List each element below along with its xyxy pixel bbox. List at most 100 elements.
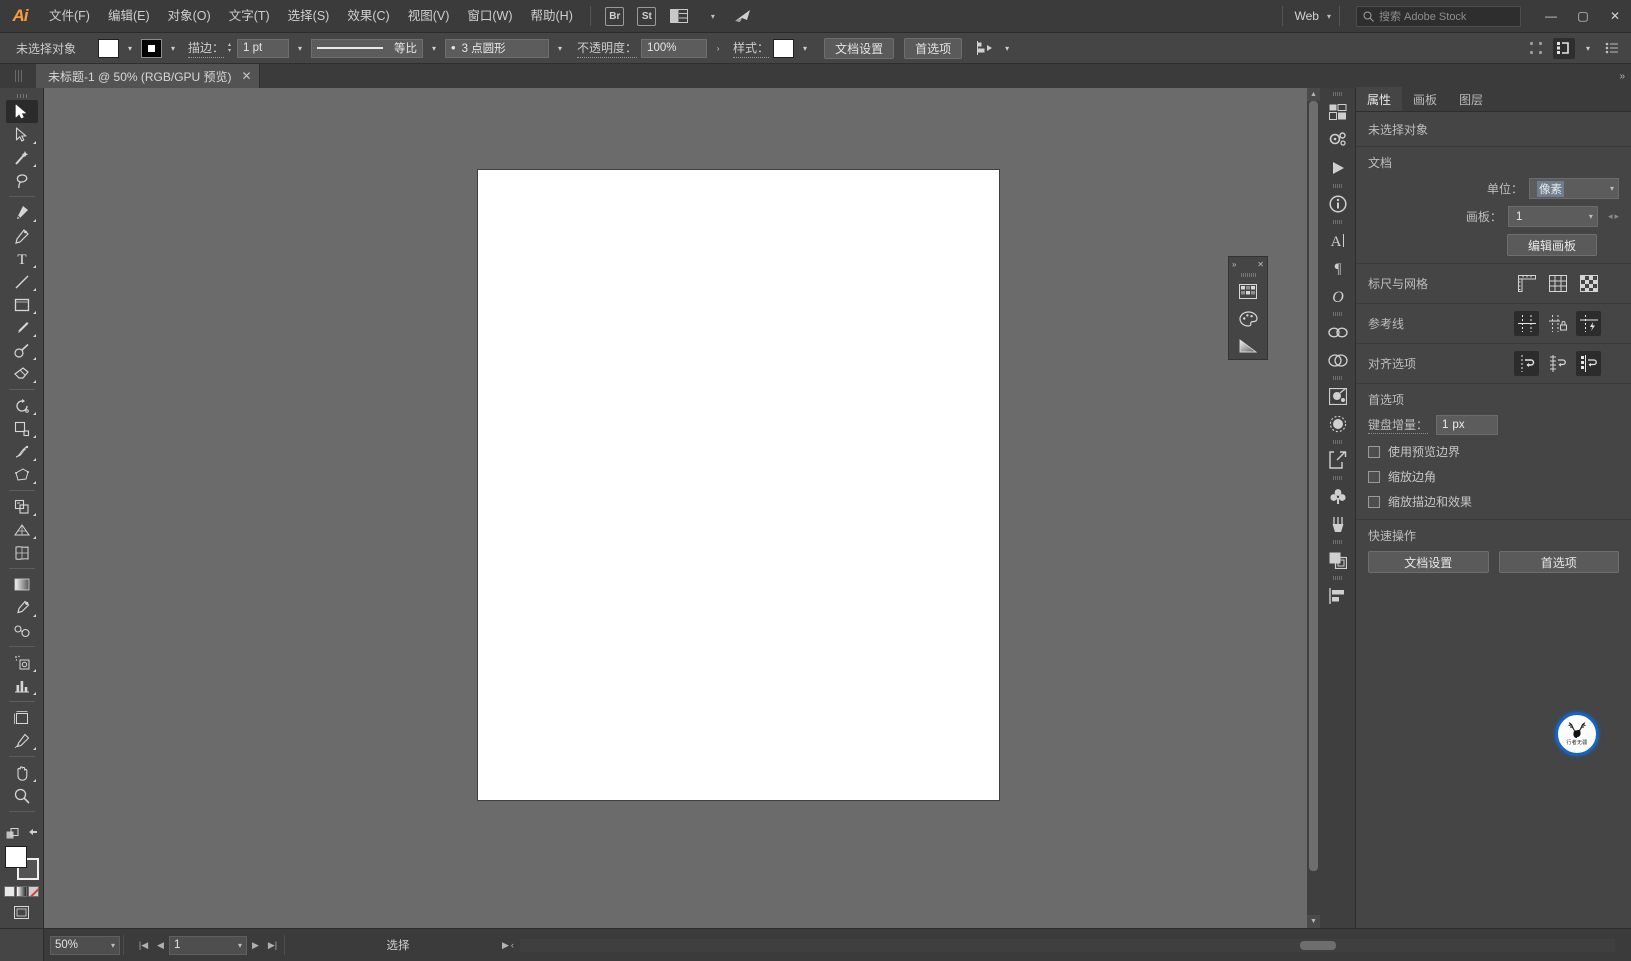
stroke-chevron-down-icon[interactable]: ▾ <box>166 39 180 58</box>
status-text-arrows[interactable]: ▶ ‹ <box>502 940 514 951</box>
stock-search-input[interactable]: 搜索 Adobe Stock <box>1356 6 1521 27</box>
artboard-number-chevron-down-icon[interactable]: ▾ <box>238 941 242 950</box>
artboard-stepper[interactable]: ◂▸ <box>1608 211 1619 222</box>
scale-strokes-effects-checkbox[interactable]: 缩放描边和效果 <box>1368 493 1619 510</box>
color-palette-icon[interactable] <box>1229 305 1267 332</box>
quick-preferences-button[interactable]: 首选项 <box>1499 551 1620 573</box>
menu-file[interactable]: 文件(F) <box>40 0 99 33</box>
free-transform-tool[interactable] <box>6 463 38 486</box>
snap-to-point-icon[interactable] <box>1514 351 1539 376</box>
column-graph-tool[interactable] <box>6 674 38 697</box>
symbols-rail-icon[interactable] <box>1323 482 1353 510</box>
opacity-chevron-down-icon[interactable]: › <box>711 39 725 58</box>
stock-icon[interactable]: St <box>635 6 659 26</box>
use-preview-bounds-checkbox[interactable]: 使用预览边界 <box>1368 443 1619 460</box>
fill-chevron-down-icon[interactable]: ▾ <box>123 39 137 58</box>
align-rail-icon[interactable] <box>1323 582 1353 610</box>
layers-rail-icon[interactable] <box>1323 546 1353 574</box>
use-preview-bounds-box[interactable] <box>1368 446 1380 458</box>
canvas-vertical-scrollbar[interactable]: ▲ ▼ <box>1307 88 1320 928</box>
glyphs-rail-icon[interactable]: O <box>1323 282 1353 310</box>
document-setup-button[interactable]: 文档设置 <box>824 38 894 59</box>
fill-indicator[interactable] <box>5 846 27 868</box>
arrange-panel-icon[interactable] <box>1553 38 1575 59</box>
style-label[interactable]: 样式： <box>733 39 769 58</box>
workspace-chevron-down-icon[interactable]: ▾ <box>1327 12 1331 21</box>
document-tab[interactable]: 未标题-1 @ 50% (RGB/GPU 预览) ✕ <box>36 64 260 88</box>
libraries-rail-icon[interactable] <box>1323 346 1353 374</box>
blend-tool[interactable] <box>6 619 38 642</box>
arrange-panel-chevron-down-icon[interactable]: ▾ <box>1581 39 1595 58</box>
menu-edit[interactable]: 编辑(E) <box>99 0 159 33</box>
default-fill-stroke-icon[interactable] <box>26 829 38 839</box>
menu-help[interactable]: 帮助(H) <box>522 0 582 33</box>
menu-object[interactable]: 对象(O) <box>159 0 220 33</box>
stroke-weight-chevron-down-icon[interactable]: ▾ <box>293 39 307 58</box>
direct-selection-tool[interactable] <box>6 123 38 146</box>
paintbrush-tool[interactable] <box>6 316 38 339</box>
scroll-down-icon[interactable]: ▼ <box>1307 915 1320 928</box>
last-artboard-button[interactable]: ▶| <box>264 936 281 955</box>
menu-select[interactable]: 选择(S) <box>279 0 339 33</box>
zoom-tool[interactable] <box>6 784 38 807</box>
arrange-documents-icon[interactable] <box>667 6 691 26</box>
image-trace-rail-icon[interactable] <box>1323 382 1353 410</box>
play-rail-icon[interactable] <box>1323 154 1353 182</box>
align-chevron-down-icon[interactable]: ▾ <box>1000 39 1014 58</box>
status-prev-icon[interactable]: ‹ <box>511 940 514 950</box>
asset-export-rail-icon[interactable] <box>1323 446 1353 474</box>
tab-layers[interactable]: 图层 <box>1448 87 1494 111</box>
smart-guides-icon[interactable] <box>1576 311 1601 336</box>
units-chevron-down-icon[interactable]: ▾ <box>1610 184 1614 193</box>
snap-to-pixel-icon[interactable] <box>1576 351 1601 376</box>
zoom-chevron-down-icon[interactable]: ▾ <box>111 941 115 950</box>
arrange-chevron-down-icon[interactable]: ▾ <box>699 6 723 26</box>
artboard-select[interactable]: 1 ▾ <box>1508 206 1598 227</box>
show-transparency-grid-icon[interactable] <box>1576 271 1601 296</box>
mini-panel-close-icon[interactable]: ✕ <box>1257 260 1264 269</box>
snap-to-grid-icon[interactable] <box>1545 351 1570 376</box>
prev-artboard-button[interactable]: ◀ <box>152 936 169 955</box>
line-segment-tool[interactable] <box>6 270 38 293</box>
artboards-rail-icon[interactable] <box>1323 98 1353 126</box>
mini-panel-collapse-icon[interactable]: » <box>1232 260 1236 269</box>
tab-artboards[interactable]: 画板 <box>1402 87 1448 111</box>
keyboard-increment-label[interactable]: 键盘增量： <box>1368 416 1428 434</box>
brush-definition-combo[interactable]: • 3 点圆形 <box>445 39 549 58</box>
appearance-rail-icon[interactable] <box>1323 410 1353 438</box>
hand-tool[interactable] <box>6 761 38 784</box>
align-to-selection-icon[interactable] <box>974 38 996 59</box>
gradient-panel-icon[interactable] <box>1229 332 1267 359</box>
menu-view[interactable]: 视图(V) <box>399 0 459 33</box>
brushes-rail-icon[interactable] <box>1323 510 1353 538</box>
properties-list-icon[interactable] <box>1601 38 1623 59</box>
shaper-tool[interactable] <box>6 339 38 362</box>
type-tool[interactable]: T <box>6 247 38 270</box>
actions-rail-icon[interactable] <box>1323 126 1353 154</box>
artboard-tool[interactable] <box>6 706 38 729</box>
close-button[interactable]: ✕ <box>1599 0 1631 33</box>
paragraph-rail-icon[interactable]: ¶ <box>1323 254 1353 282</box>
pen-tool[interactable] <box>6 201 38 224</box>
show-grid-icon[interactable] <box>1545 271 1570 296</box>
opacity-label[interactable]: 不透明度： <box>577 39 637 58</box>
change-screen-mode-icon[interactable] <box>6 902 38 922</box>
zoom-level-field[interactable]: 50% ▾ <box>50 936 120 955</box>
preferences-button[interactable]: 首选项 <box>904 38 962 59</box>
width-tool[interactable] <box>6 440 38 463</box>
mesh-tool[interactable] <box>6 541 38 564</box>
minimize-button[interactable]: — <box>1535 0 1567 33</box>
solid-color-icon[interactable] <box>4 886 15 897</box>
eraser-tool[interactable] <box>6 362 38 385</box>
document-tab-close-icon[interactable]: ✕ <box>242 69 252 83</box>
floating-mini-panel[interactable]: » ✕ <box>1228 256 1268 360</box>
bridge-icon[interactable]: Br <box>603 6 627 26</box>
swatches-icon[interactable] <box>1229 278 1267 305</box>
character-rail-icon[interactable]: A <box>1323 226 1353 254</box>
status-next-icon[interactable]: ▶ <box>502 940 509 951</box>
units-select[interactable]: 像素 ▾ <box>1529 178 1619 199</box>
stroke-profile-chevron-down-icon[interactable]: ▾ <box>427 39 441 58</box>
curvature-tool[interactable] <box>6 224 38 247</box>
edit-artboards-button[interactable]: 编辑画板 <box>1507 234 1597 256</box>
stroke-color-swatch[interactable] <box>141 39 162 58</box>
